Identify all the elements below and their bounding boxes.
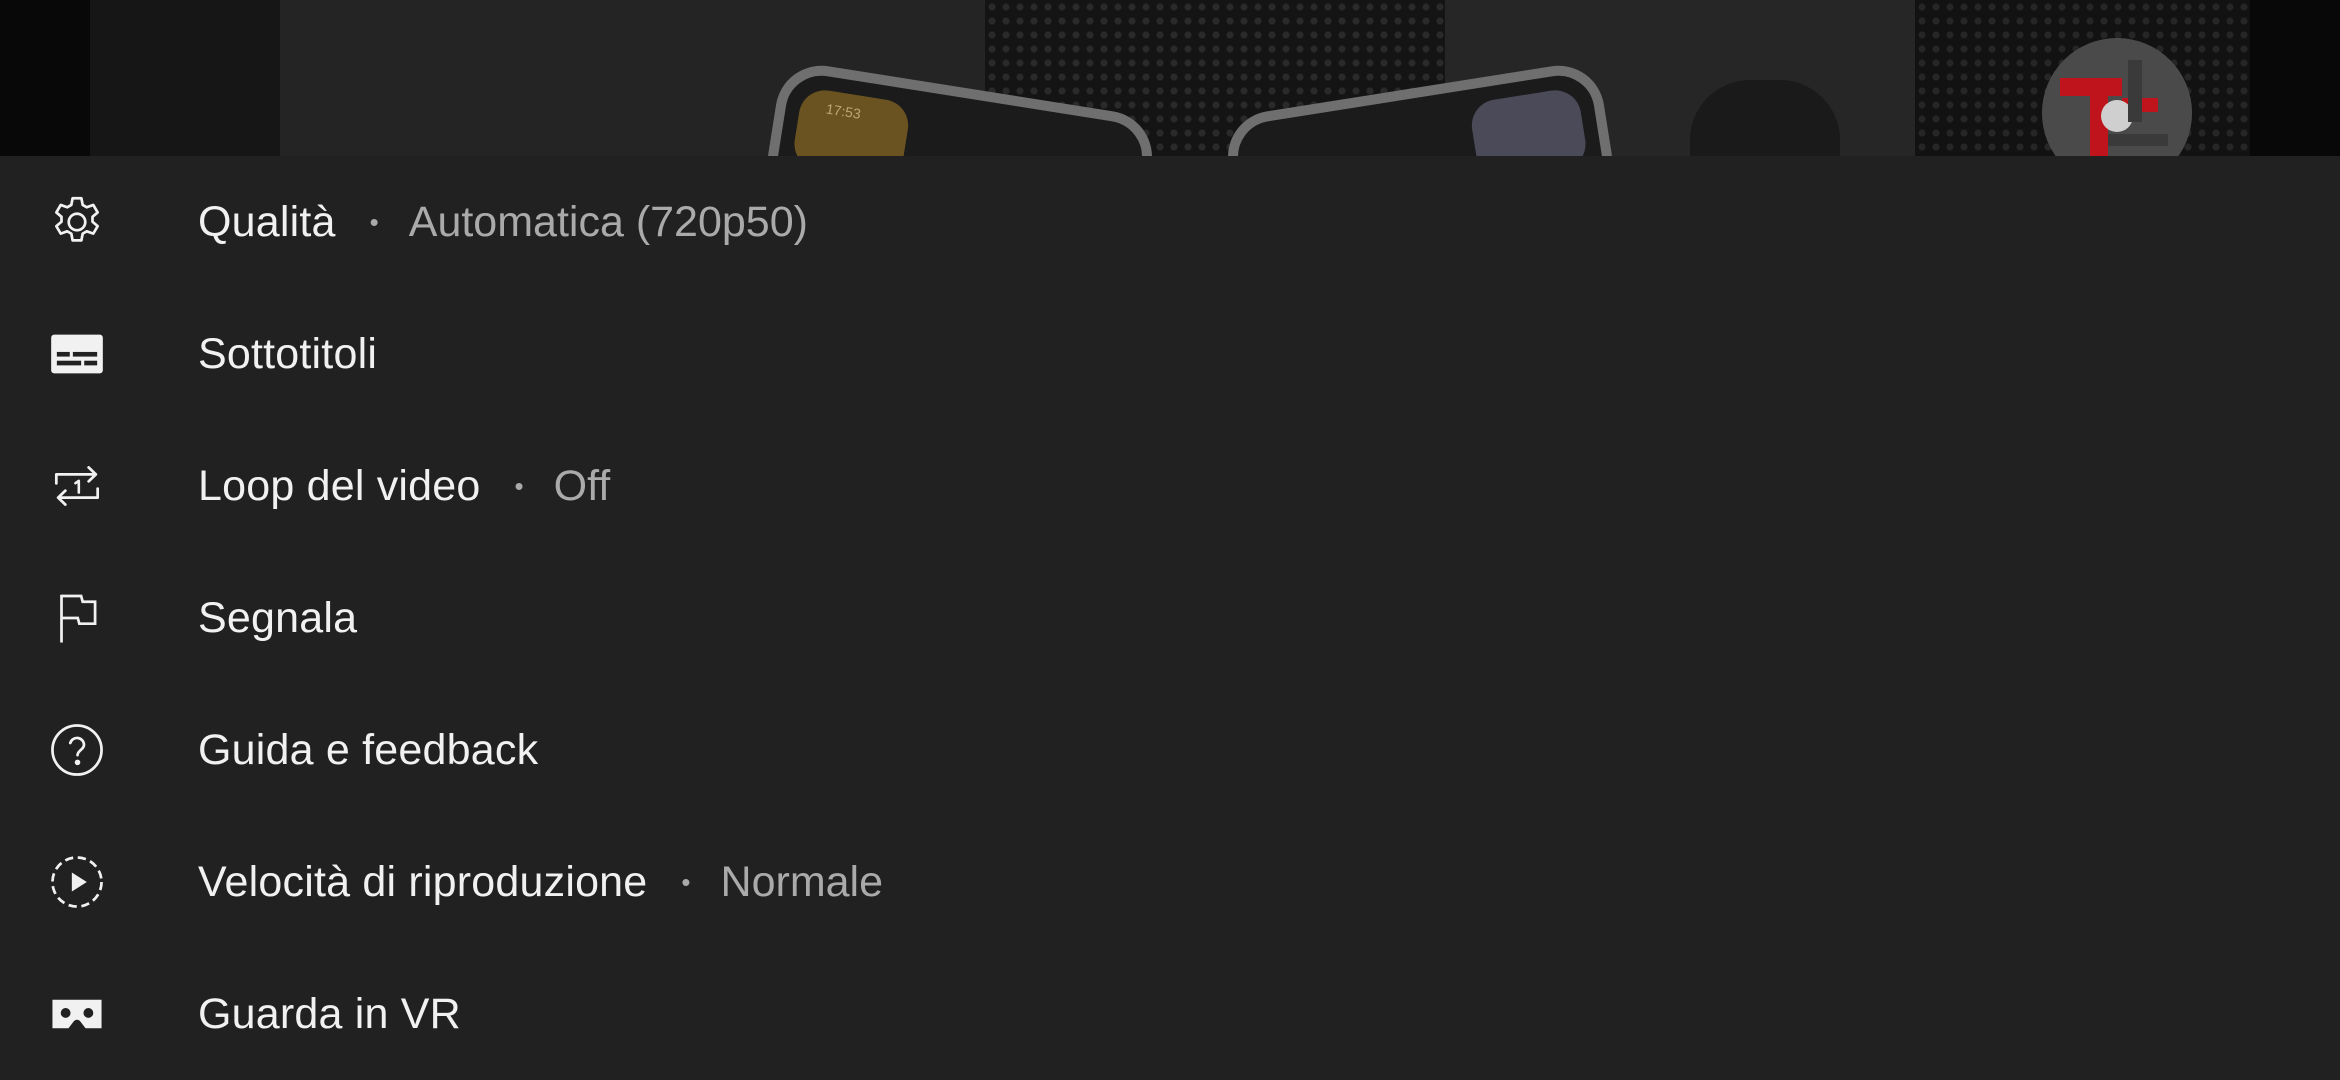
cardboard-vr-icon xyxy=(46,983,108,1045)
menu-item-text: Segnala xyxy=(198,594,357,643)
menu-item-playback-speed[interactable]: Velocità di riproduzione • Normale xyxy=(0,816,2340,948)
menu-item-quality[interactable]: Qualità • Automatica (720p50) xyxy=(0,156,2340,288)
playback-speed-icon xyxy=(46,851,108,913)
menu-item-separator: • xyxy=(369,206,379,237)
menu-item-label: Qualità xyxy=(198,197,336,246)
menu-item-label: Guida e feedback xyxy=(198,725,539,774)
menu-item-subtitles[interactable]: Sottotitoli xyxy=(0,288,2340,420)
subtitles-icon xyxy=(46,323,108,385)
menu-item-label: Segnala xyxy=(198,593,358,642)
menu-item-text: Qualità • Automatica (720p50) xyxy=(198,198,808,247)
options-menu: Qualità • Automatica (720p50) Sottotitol… xyxy=(0,156,2340,1080)
menu-item-watch-vr[interactable]: Guarda in VR xyxy=(0,948,2340,1080)
video-background-wall xyxy=(90,0,280,156)
menu-item-help-feedback[interactable]: Guida e feedback xyxy=(0,684,2340,816)
menu-item-value: Automatica (720p50) xyxy=(408,197,808,246)
menu-item-label: Loop del video xyxy=(198,461,481,510)
menu-item-label: Sottotitoli xyxy=(198,329,378,378)
menu-item-report[interactable]: Segnala xyxy=(0,552,2340,684)
video-player-dimmed[interactable]: 17:53 xyxy=(0,0,2340,156)
menu-item-text: Velocità di riproduzione • Normale xyxy=(198,858,883,907)
menu-item-text: Guida e feedback xyxy=(198,726,538,775)
menu-item-text: Guarda in VR xyxy=(198,990,461,1039)
gear-icon xyxy=(46,191,108,253)
video-options-sheet: Qualità • Automatica (720p50) Sottotitol… xyxy=(0,156,2340,1080)
phone-screen xyxy=(1468,86,1590,156)
menu-item-label: Velocità di riproduzione xyxy=(198,857,648,906)
help-circle-icon xyxy=(46,719,108,781)
screen: 17:53 Qualità • Automatica (720p50) Sott… xyxy=(0,0,2340,1080)
menu-item-value: Off xyxy=(553,461,611,510)
phone-screen xyxy=(790,86,912,156)
menu-item-text: Sottotitoli xyxy=(198,330,377,379)
video-letterbox-left xyxy=(0,0,90,156)
video-letterbox-right xyxy=(2250,0,2340,156)
flag-icon xyxy=(46,587,108,649)
menu-item-label: Guarda in VR xyxy=(198,989,461,1038)
menu-item-value: Normale xyxy=(720,857,884,906)
menu-item-separator: • xyxy=(681,866,691,897)
loop-one-icon xyxy=(46,455,108,517)
menu-item-loop[interactable]: Loop del video • Off xyxy=(0,420,2340,552)
menu-item-separator: • xyxy=(514,470,524,501)
menu-item-text: Loop del video • Off xyxy=(198,462,610,511)
